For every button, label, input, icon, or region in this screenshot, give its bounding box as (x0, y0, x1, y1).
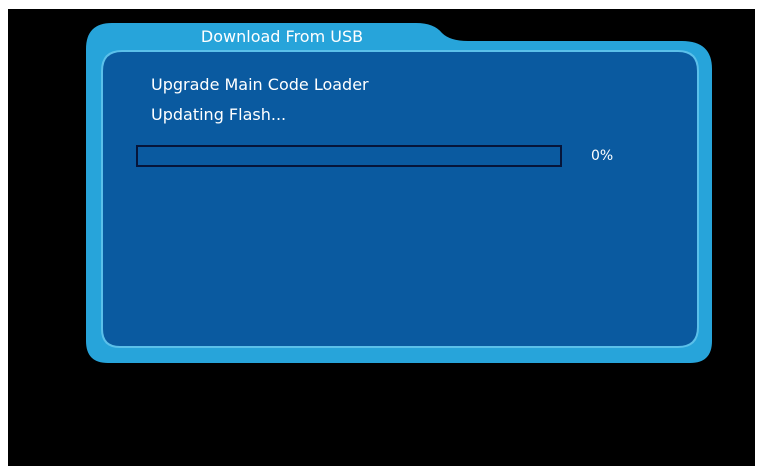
dialog-panel (101, 50, 699, 348)
dialog-frame (86, 23, 712, 363)
download-dialog: Download From USB Upgrade Main Code Load… (86, 23, 712, 363)
status-message: Updating Flash... (151, 105, 287, 124)
progress-bar (136, 145, 562, 167)
dialog-title: Download From USB (200, 27, 364, 46)
screen: Download From USB Upgrade Main Code Load… (8, 9, 755, 466)
upgrade-message: Upgrade Main Code Loader (151, 75, 369, 94)
progress-percent: 0% (591, 148, 614, 164)
